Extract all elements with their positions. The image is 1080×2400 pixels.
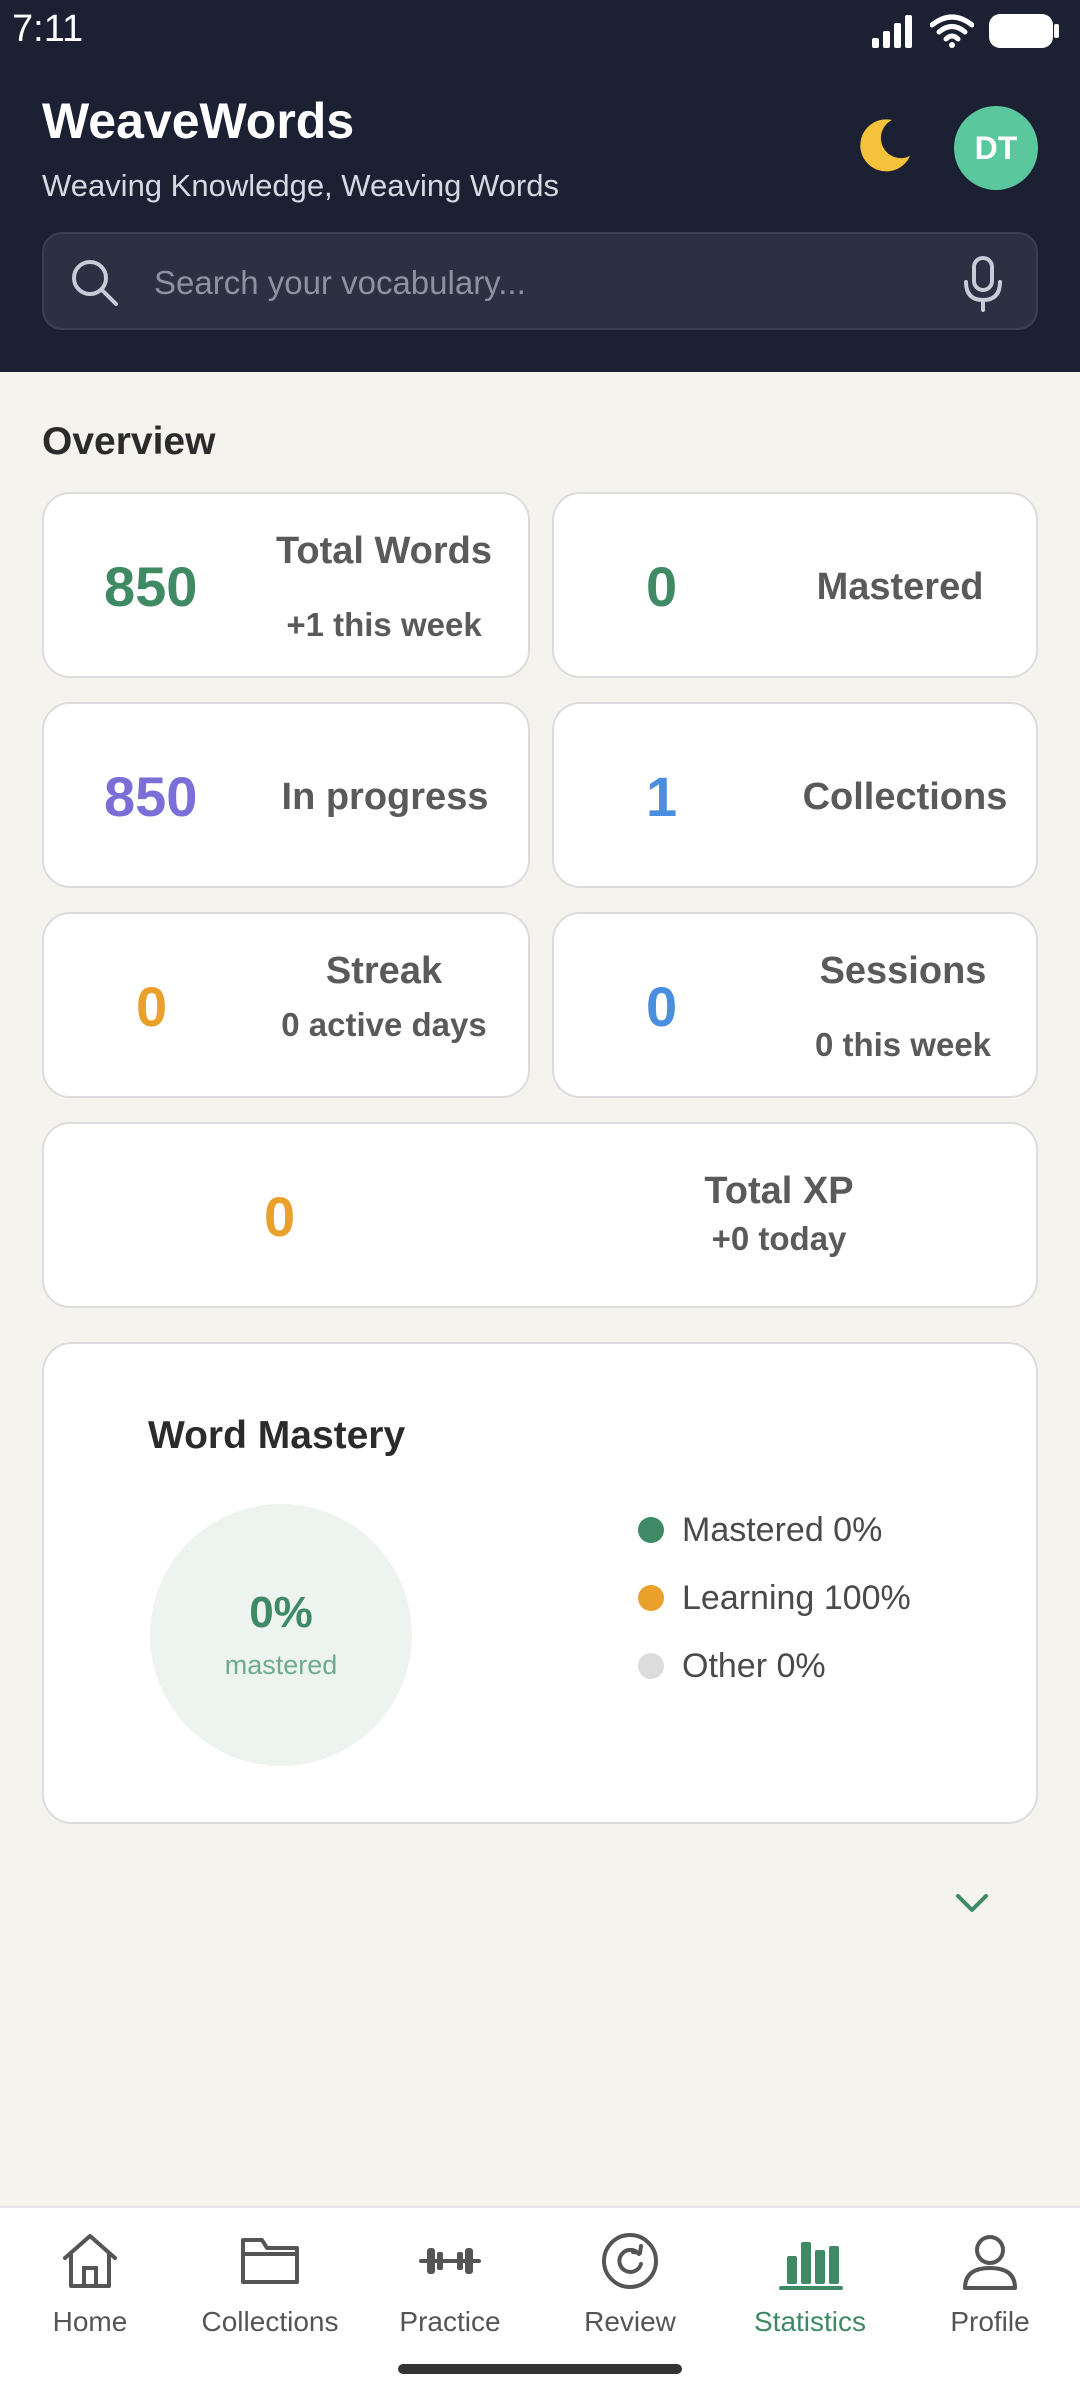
nav-item-review[interactable]: Review	[540, 2228, 720, 2368]
microphone-icon[interactable]	[960, 256, 1006, 312]
stat-card-streak: 0 Streak 0 active days	[42, 912, 530, 1098]
nav-label-statistics: Statistics	[753, 2306, 867, 2337]
nav-label-profile: Profile	[950, 2306, 1030, 2337]
nav-label-practice: Practice	[399, 2306, 501, 2337]
app-header: 7:11 WeaveWords Weaving Knowledge, Weavi…	[0, 0, 1080, 372]
avatar-initials: DT	[974, 129, 1018, 166]
sessions-sub: 0 this week	[814, 1026, 992, 1063]
sessions-label: Sessions	[819, 950, 987, 992]
chevron-down-icon[interactable]	[950, 1880, 994, 1924]
home-indicator	[398, 2364, 682, 2374]
legend-item-learning: Learning 100%	[638, 1564, 911, 1632]
status-bar: 7:11	[0, 0, 1080, 62]
search-bar[interactable]	[42, 232, 1038, 330]
word-mastery-card: Word Mastery 0% mastered Mastered 0% Lea…	[42, 1342, 1038, 1824]
in-progress-label: In progress	[281, 776, 489, 818]
nav-item-practice[interactable]: Practice	[360, 2228, 540, 2368]
total-xp-value: 0	[264, 1185, 296, 1248]
word-mastery-title: Word Mastery	[148, 1414, 406, 1457]
overview-title: Overview	[42, 420, 216, 463]
search-input[interactable]	[154, 256, 954, 310]
legend-label-learning: Learning 100%	[682, 1578, 911, 1617]
stat-card-mastered: 0 Mastered	[552, 492, 1038, 678]
wifi-icon	[930, 14, 974, 48]
legend-dot-other	[638, 1653, 664, 1679]
legend-dot-mastered	[638, 1517, 664, 1543]
battery-icon	[989, 14, 1059, 48]
sessions-value: 0	[646, 975, 678, 1038]
nav-item-profile[interactable]: Profile	[900, 2228, 1080, 2368]
search-icon	[72, 260, 118, 306]
folder-icon	[241, 2238, 299, 2284]
collections-value: 1	[646, 765, 678, 828]
signal-icon	[872, 15, 912, 48]
total-words-value: 850	[104, 555, 198, 618]
total-xp-label: Total XP	[704, 1170, 854, 1212]
collections-label: Collections	[802, 776, 1008, 818]
stat-card-total-xp: 0 Total XP +0 today	[42, 1122, 1038, 1308]
streak-sub: 0 active days	[281, 1006, 487, 1043]
app-title: WeaveWords	[42, 93, 355, 149]
user-icon	[963, 2235, 1017, 2290]
nav-item-home[interactable]: Home	[0, 2228, 180, 2368]
mastery-legend: Mastered 0% Learning 100% Other 0%	[638, 1496, 911, 1700]
mastered-value: 0	[646, 555, 678, 618]
streak-value: 0	[136, 975, 168, 1038]
total-words-label: Total Words	[275, 530, 493, 572]
app-subtitle: Weaving Knowledge, Weaving Words	[42, 168, 559, 203]
stat-card-collections: 1 Collections	[552, 702, 1038, 888]
mastery-percentage: 0%	[249, 1588, 313, 1637]
nav-label-home: Home	[52, 2306, 128, 2337]
mastery-donut-chart: 0% mastered	[150, 1504, 412, 1766]
legend-item-mastered: Mastered 0%	[638, 1496, 911, 1564]
total-words-sub: +1 this week	[286, 606, 482, 643]
mastery-center-label: mastered	[224, 1650, 338, 1680]
stat-card-total-words: 850 Total Words +1 this week	[42, 492, 530, 678]
nav-label-collections: Collections	[201, 2306, 339, 2337]
nav-item-statistics[interactable]: Statistics	[720, 2228, 900, 2368]
home-icon	[63, 2234, 117, 2288]
dumbbell-icon	[419, 2248, 481, 2274]
status-icons	[870, 10, 1060, 52]
stat-card-in-progress: 850 In progress	[42, 702, 530, 888]
legend-label-mastered: Mastered 0%	[682, 1510, 883, 1549]
total-xp-sub: +0 today	[711, 1220, 847, 1257]
status-time: 7:11	[12, 8, 84, 50]
streak-label: Streak	[325, 950, 443, 992]
refresh-icon	[602, 2233, 658, 2289]
legend-label-other: Other 0%	[682, 1646, 826, 1685]
legend-item-other: Other 0%	[638, 1632, 911, 1700]
legend-dot-learning	[638, 1585, 664, 1611]
in-progress-value: 850	[104, 765, 198, 828]
dark-mode-moon-icon[interactable]	[852, 112, 918, 178]
avatar[interactable]: DT	[954, 106, 1038, 190]
mastered-label: Mastered	[816, 566, 984, 608]
stat-card-sessions: 0 Sessions 0 this week	[552, 912, 1038, 1098]
nav-item-collections[interactable]: Collections	[180, 2228, 360, 2368]
bar-chart-icon	[779, 2242, 843, 2290]
nav-label-review: Review	[584, 2306, 676, 2337]
